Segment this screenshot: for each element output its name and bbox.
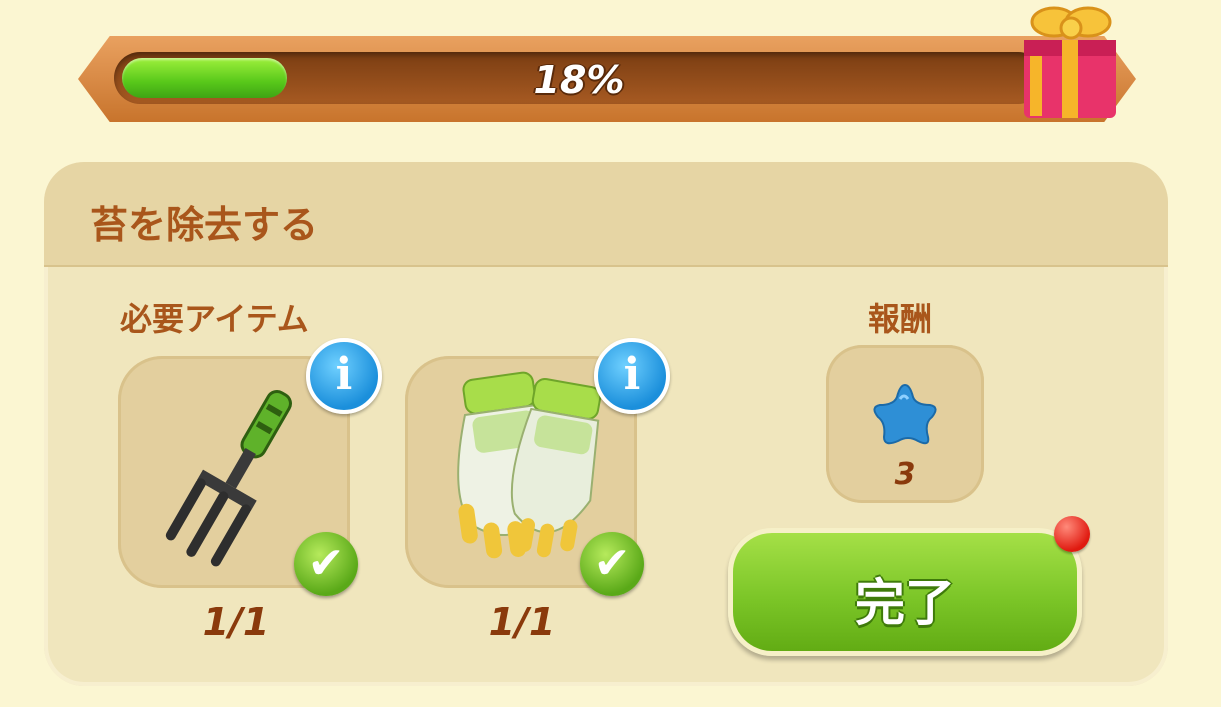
garden-fork-icon xyxy=(165,390,292,567)
notification-dot xyxy=(1054,516,1090,552)
task-header: 苔を除去する xyxy=(44,162,1168,267)
required-items-label: 必要アイテム xyxy=(120,300,309,338)
check-icon: ✔ xyxy=(580,532,644,596)
complete-button-label: 完了 xyxy=(855,574,955,632)
info-button-garden-fork[interactable]: i xyxy=(306,338,382,414)
item-count-garden-fork: 1/1 xyxy=(202,600,270,644)
progress-percent: 18% xyxy=(533,58,625,102)
reward-count: 3 xyxy=(894,457,916,492)
progress-bar: 18% xyxy=(114,52,1044,104)
reward-slot[interactable]: 3 xyxy=(826,345,984,503)
reward-label: 報酬 xyxy=(868,300,933,338)
gift-icon[interactable] xyxy=(1016,0,1122,122)
info-button-gloves[interactable]: i xyxy=(594,338,670,414)
blue-star-icon xyxy=(873,383,937,445)
task-title: 苔を除去する xyxy=(90,203,319,247)
check-icon: ✔ xyxy=(294,532,358,596)
complete-button[interactable]: 完了 xyxy=(728,528,1082,656)
item-count-gloves: 1/1 xyxy=(488,600,556,644)
